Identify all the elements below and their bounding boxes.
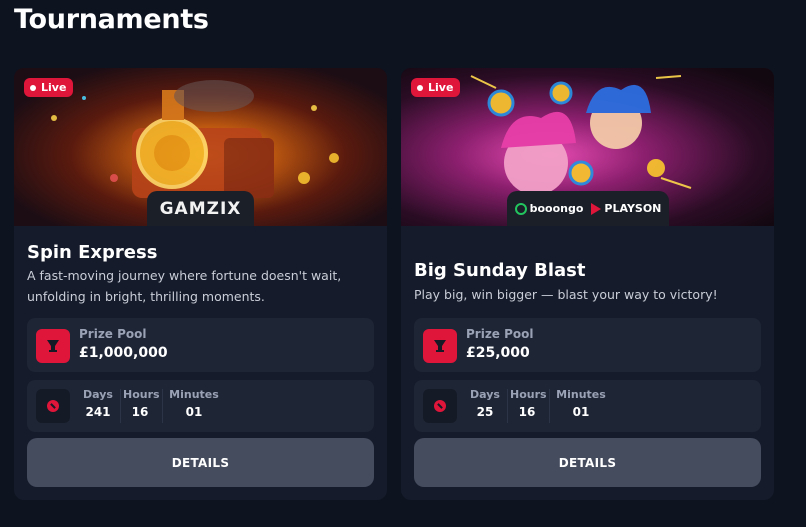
timer-minutes-value: 01 bbox=[185, 405, 203, 419]
provider-logo-tab: booongo PLAYSON bbox=[507, 191, 669, 226]
provider-logo-playson: PLAYSON bbox=[591, 202, 661, 215]
timer-days: Days 241 bbox=[83, 388, 113, 419]
live-dot-icon bbox=[417, 84, 423, 91]
tournament-card-big-sunday-blast[interactable]: Live booongo PLAYSON Big Sunday Blast Pl… bbox=[401, 68, 774, 500]
timer-hours: Hours 16 bbox=[123, 388, 160, 419]
playson-icon bbox=[591, 202, 602, 215]
booongo-icon bbox=[514, 202, 527, 215]
provider-name-booongo: booongo bbox=[529, 202, 584, 215]
prize-value: £1,000,000 bbox=[79, 345, 168, 361]
details-button[interactable]: DETAILS bbox=[27, 438, 374, 487]
prize-value: £25,000 bbox=[466, 345, 530, 361]
timer-hours-label: Hours bbox=[123, 388, 160, 401]
tournament-title: Spin Express bbox=[27, 242, 158, 263]
clock-icon bbox=[36, 389, 70, 423]
live-badge: Live bbox=[24, 78, 74, 97]
clock-icon bbox=[423, 389, 457, 423]
countdown-box: Days 241 Hours 16 Minutes 01 bbox=[27, 380, 374, 432]
live-badge: Live bbox=[411, 78, 461, 97]
prize-label: Prize Pool bbox=[466, 327, 534, 341]
provider-logo-tab: GAMZIX bbox=[147, 191, 254, 226]
prize-label: Prize Pool bbox=[79, 327, 147, 341]
tournament-card-spin-express[interactable]: Live GAMZIX Spin Express A fast-moving j… bbox=[14, 68, 387, 500]
timer-minutes: Minutes 01 bbox=[169, 388, 219, 419]
countdown-box: Days 25 Hours 16 Minutes 01 bbox=[414, 380, 761, 432]
live-dot-icon bbox=[30, 84, 36, 91]
provider-logo: GAMZIX bbox=[159, 198, 242, 219]
timer-hours-value: 16 bbox=[131, 405, 149, 419]
provider-logo-booongo: booongo bbox=[514, 202, 584, 215]
timer-minutes: Minutes 01 bbox=[556, 388, 606, 419]
tournament-banner[interactable]: Live booongo PLAYSON bbox=[401, 68, 774, 226]
timer-hours: Hours 16 bbox=[510, 388, 547, 419]
timer-minutes-value: 01 bbox=[572, 405, 590, 419]
timer-divider bbox=[549, 389, 550, 423]
timer-divider bbox=[507, 389, 508, 423]
prize-pool-box: Prize Pool £1,000,000 bbox=[27, 318, 374, 372]
timer-days-label: Days bbox=[83, 388, 113, 401]
timer-hours-value: 16 bbox=[518, 405, 536, 419]
page-title: Tournaments bbox=[14, 4, 209, 35]
tournament-banner[interactable]: Live GAMZIX bbox=[14, 68, 387, 226]
timer-days-value: 25 bbox=[476, 405, 494, 419]
timer-days-value: 241 bbox=[85, 405, 111, 419]
tournament-description: A fast-moving journey where fortune does… bbox=[27, 268, 342, 304]
tournament-title: Big Sunday Blast bbox=[414, 260, 586, 281]
details-button[interactable]: DETAILS bbox=[414, 438, 761, 487]
tournament-description: Play big, win bigger — blast your way to… bbox=[414, 287, 718, 302]
timer-hours-label: Hours bbox=[510, 388, 547, 401]
timer-minutes-label: Minutes bbox=[169, 388, 219, 401]
live-label: Live bbox=[41, 81, 67, 94]
prize-pool-box: Prize Pool £25,000 bbox=[414, 318, 761, 372]
trophy-icon bbox=[36, 329, 70, 363]
timer-minutes-label: Minutes bbox=[556, 388, 606, 401]
timer-divider bbox=[120, 389, 121, 423]
live-label: Live bbox=[428, 81, 454, 94]
timer-days: Days 25 bbox=[470, 388, 500, 419]
timer-divider bbox=[162, 389, 163, 423]
provider-name-playson: PLAYSON bbox=[604, 202, 662, 215]
timer-days-label: Days bbox=[470, 388, 500, 401]
trophy-icon bbox=[423, 329, 457, 363]
